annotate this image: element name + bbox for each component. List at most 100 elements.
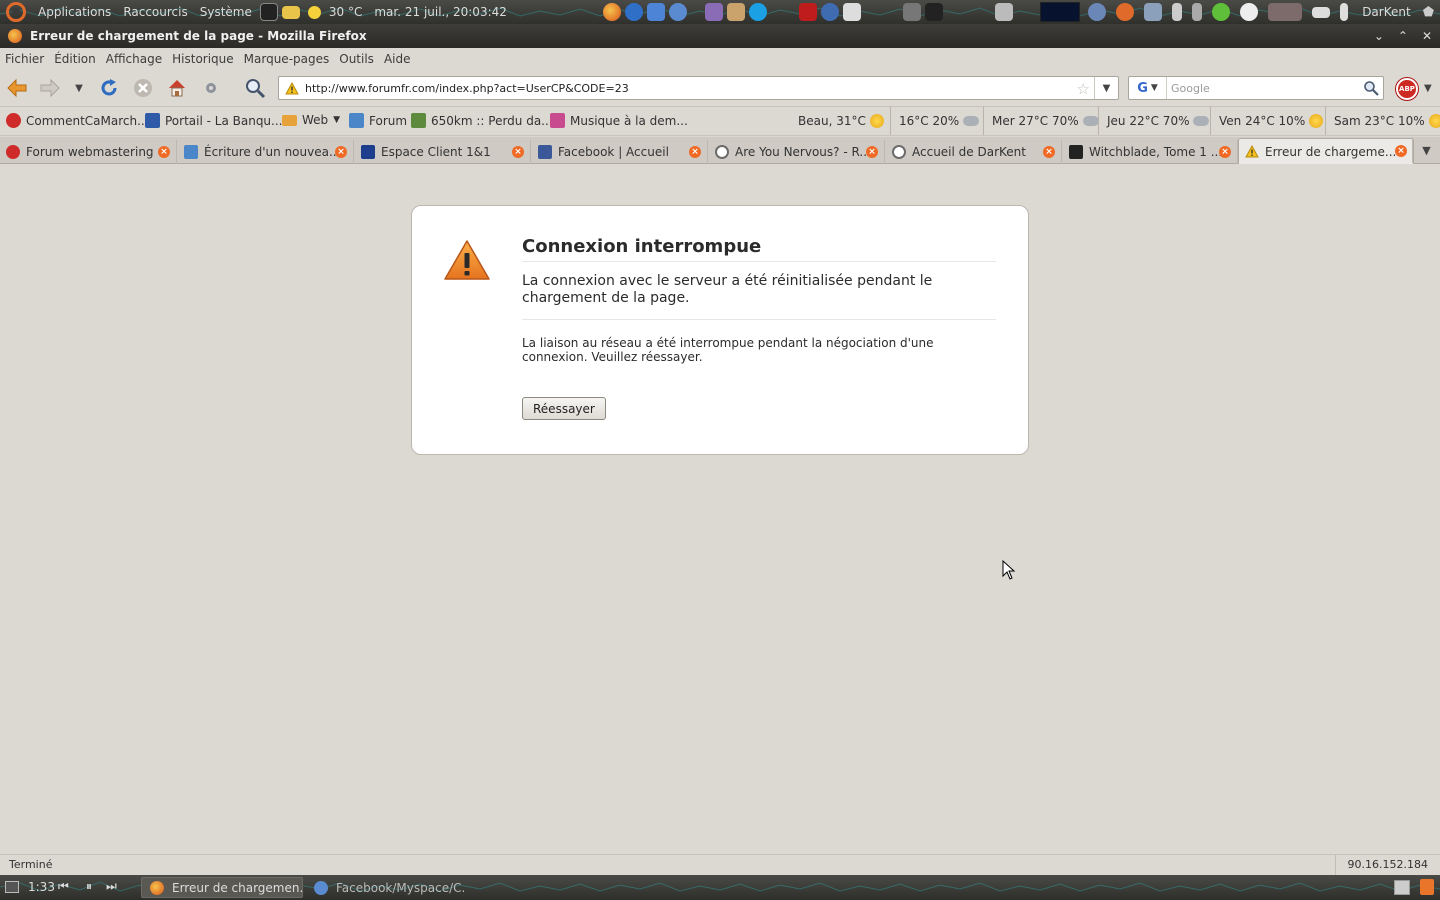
- adblock-dropdown-icon[interactable]: ▼: [1424, 83, 1432, 94]
- device-icon[interactable]: [994, 3, 1013, 21]
- weather-now[interactable]: Beau, 31°C: [790, 107, 884, 135]
- home-button[interactable]: [166, 77, 188, 99]
- panel-menu-shortcuts[interactable]: Raccourcis: [117, 5, 193, 19]
- history-dropdown-icon[interactable]: ▼: [68, 77, 90, 99]
- panel-clock[interactable]: mar. 21 juil., 20:03:42: [368, 5, 513, 19]
- panel-username[interactable]: DarKent: [1356, 5, 1417, 19]
- workspace-switcher-icon[interactable]: [1394, 880, 1410, 895]
- clock-icon[interactable]: [1240, 3, 1259, 21]
- retry-button[interactable]: Réessayer: [522, 397, 606, 420]
- zoom-button[interactable]: [244, 77, 266, 99]
- weather-forecast[interactable]: Sam 23°C 10%: [1325, 107, 1440, 135]
- back-button[interactable]: [6, 77, 28, 99]
- contacts-icon[interactable]: [726, 3, 745, 21]
- bookmark-item[interactable]: 650km :: Perdu da...: [411, 113, 553, 128]
- mail-icon[interactable]: [1312, 6, 1331, 18]
- tab-close-icon[interactable]: ×: [866, 146, 878, 158]
- trash-icon[interactable]: [1420, 879, 1434, 895]
- pidgin-tray-icon[interactable]: [1088, 3, 1107, 21]
- panel-menu-applications[interactable]: Applications: [32, 5, 117, 19]
- search-engine-selector[interactable]: G ▼: [1129, 77, 1167, 99]
- menu-edit[interactable]: Édition: [54, 52, 96, 66]
- network-tool-icon[interactable]: [820, 3, 839, 21]
- evolution-icon[interactable]: [646, 3, 665, 21]
- menu-bookmarks[interactable]: Marque-pages: [244, 52, 330, 66]
- weather-forecast[interactable]: 16°C 20%: [890, 107, 980, 135]
- pidgin-icon[interactable]: [704, 3, 723, 21]
- tab[interactable]: Are You Nervous? - R... ×: [709, 140, 885, 164]
- pause-icon[interactable]: ⏸: [86, 879, 92, 894]
- panel-weather[interactable]: 30 °C: [323, 5, 368, 19]
- character-icon[interactable]: [902, 3, 921, 21]
- url-history-dropdown[interactable]: ▼: [1094, 77, 1118, 99]
- tab[interactable]: Facebook | Accueil ×: [532, 140, 708, 164]
- system-monitor-graph[interactable]: [1040, 2, 1081, 22]
- bookmark-item[interactable]: Musique à la dem...: [550, 113, 688, 128]
- menu-file[interactable]: Fichier: [5, 52, 44, 66]
- menu-view[interactable]: Affichage: [106, 52, 162, 66]
- bookmark-item[interactable]: CommentCaMarch...: [6, 113, 149, 128]
- shutdown-icon[interactable]: ⬟: [1423, 5, 1434, 20]
- ubuntu-logo-icon[interactable]: [6, 2, 26, 22]
- show-desktop-icon[interactable]: [5, 881, 19, 893]
- weather-forecast[interactable]: Jeu 22°C 70%: [1098, 107, 1210, 135]
- display-icon[interactable]: [1144, 3, 1163, 21]
- filezilla-icon[interactable]: [798, 3, 817, 21]
- weather-forecast[interactable]: Mer 27°C 70%: [983, 107, 1099, 135]
- next-track-icon[interactable]: ⏭: [106, 879, 117, 894]
- tux-icon[interactable]: [924, 3, 943, 21]
- search-icon[interactable]: [1363, 80, 1379, 96]
- tab-close-icon[interactable]: ×: [512, 146, 524, 158]
- panel-menu-system[interactable]: Système: [194, 5, 258, 19]
- tab[interactable]: Accueil de DarKent ×: [886, 140, 1062, 164]
- menu-help[interactable]: Aide: [384, 52, 411, 66]
- forward-button[interactable]: [39, 77, 61, 99]
- bookmark-item[interactable]: Portail - La Banqu...: [145, 113, 282, 128]
- close-icon[interactable]: ✕: [1422, 29, 1432, 43]
- window-titlebar[interactable]: Erreur de chargement de la page - Mozill…: [0, 24, 1440, 48]
- network-icon[interactable]: [1268, 3, 1303, 21]
- battery-icon[interactable]: [1172, 3, 1183, 21]
- url-bar[interactable]: ☆ ▼: [278, 76, 1119, 100]
- tab-close-icon[interactable]: ×: [158, 146, 170, 158]
- tab[interactable]: Espace Client 1&1 ×: [355, 140, 531, 164]
- search-input[interactable]: [1171, 81, 1361, 95]
- extension-button[interactable]: [200, 77, 222, 99]
- tab-close-icon[interactable]: ×: [689, 146, 701, 158]
- url-input[interactable]: [305, 81, 1065, 95]
- adblock-plus-button[interactable]: ABP: [1396, 78, 1418, 100]
- update-icon[interactable]: [1212, 3, 1231, 21]
- ie-icon[interactable]: [624, 3, 643, 21]
- bookmark-item[interactable]: Forum: [349, 113, 407, 128]
- weather-forecast[interactable]: Ven 24°C 10%: [1210, 107, 1324, 135]
- tab-active[interactable]: Erreur de chargeme... ×: [1238, 138, 1414, 164]
- tab[interactable]: Écriture d'un nouvea... ×: [178, 140, 354, 164]
- taskbar-item-firefox[interactable]: Erreur de chargemen...: [141, 877, 303, 898]
- tab-close-icon[interactable]: ×: [1043, 146, 1055, 158]
- tab-close-icon[interactable]: ×: [1219, 146, 1231, 158]
- search-bar[interactable]: G ▼: [1128, 76, 1384, 100]
- bookmark-star-icon[interactable]: ☆: [1077, 80, 1090, 98]
- tab[interactable]: Witchblade, Tome 1 ... ×: [1063, 140, 1238, 164]
- bookmark-folder-web[interactable]: Web ▼: [282, 113, 340, 127]
- tab-close-icon[interactable]: ×: [1395, 145, 1407, 157]
- stop-button[interactable]: [132, 77, 154, 99]
- tab-close-icon[interactable]: ×: [335, 146, 347, 158]
- volume-icon[interactable]: [1340, 3, 1349, 21]
- firefox-tray-icon[interactable]: [1116, 3, 1135, 21]
- maximize-icon[interactable]: ⌃: [1398, 29, 1408, 43]
- menu-tools[interactable]: Outils: [339, 52, 374, 66]
- menu-history[interactable]: Historique: [172, 52, 234, 66]
- terminal-icon[interactable]: [259, 3, 278, 21]
- thunderbird-icon[interactable]: [668, 3, 687, 21]
- tab-list-dropdown-icon[interactable]: ▼: [1412, 137, 1440, 163]
- firefox-icon[interactable]: [602, 3, 621, 21]
- minimize-icon[interactable]: ⌄: [1374, 29, 1384, 43]
- skype-icon[interactable]: [748, 3, 767, 21]
- folder-icon[interactable]: [281, 5, 300, 19]
- notes-icon[interactable]: [842, 3, 861, 21]
- usb-icon[interactable]: [1192, 3, 1203, 21]
- reload-button[interactable]: [98, 77, 120, 99]
- tab[interactable]: Forum webmastering ×: [0, 140, 177, 164]
- taskbar-item-thunderbird[interactable]: Facebook/Myspace/C...: [306, 877, 466, 898]
